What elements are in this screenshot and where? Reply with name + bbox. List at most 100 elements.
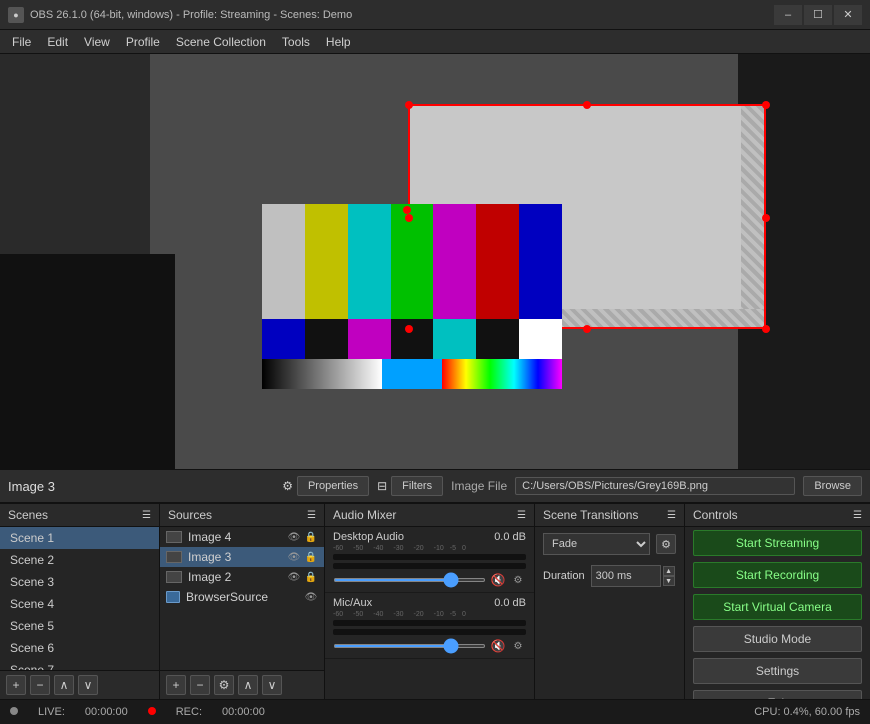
source-eye-image4[interactable]: 👁 [287, 530, 301, 544]
cbt-red [476, 204, 519, 319]
start-recording-button[interactable]: Start Recording [693, 562, 862, 588]
source-item-image4[interactable]: Image 4 👁 🔒 [160, 527, 324, 547]
source-eye-image2[interactable]: 👁 [287, 570, 301, 584]
scene-item-6[interactable]: Scene 6 [0, 637, 159, 659]
source-controls-image3: 👁 🔒 [287, 550, 318, 564]
menu-edit[interactable]: Edit [39, 33, 76, 51]
mic-audio-settings-button[interactable]: ⚙ [510, 638, 526, 654]
source-lock-image3[interactable]: 🔒 [304, 550, 318, 564]
source-thumb-image2 [166, 571, 182, 583]
handle-cb[interactable] [403, 206, 411, 214]
duration-up-button[interactable]: ▲ [663, 566, 675, 576]
cbt-magenta [433, 204, 476, 319]
desktop-audio-name: Desktop Audio [333, 531, 404, 543]
mic-mute-button[interactable]: 🔇 [490, 638, 506, 654]
file-path-display: C:/Users/OBS/Pictures/Grey169B.png [515, 477, 795, 495]
duration-input[interactable] [591, 565, 661, 587]
handle-tc[interactable] [583, 101, 591, 109]
scenes-remove-button[interactable]: − [30, 675, 50, 695]
scene-item-4[interactable]: Scene 4 [0, 593, 159, 615]
minimize-button[interactable]: – [774, 5, 802, 25]
source-item-browser[interactable]: BrowserSource 👁 [160, 587, 324, 607]
scenes-move-up-button[interactable]: ∧ [54, 675, 74, 695]
source-lock-image2[interactable]: 🔒 [304, 570, 318, 584]
sources-list: Image 4 👁 🔒 Image 3 👁 🔒 Image 2 👁 [160, 527, 324, 670]
duration-down-button[interactable]: ▼ [663, 576, 675, 586]
handle-tr[interactable] [762, 101, 770, 109]
properties-button[interactable]: Properties [297, 476, 369, 496]
live-label: LIVE: [38, 706, 65, 718]
colorbar-main [262, 204, 562, 319]
transition-gear-button[interactable]: ⚙ [656, 534, 676, 554]
scenes-footer: + − ∧ ∨ [0, 670, 159, 699]
rec-indicator-dot [148, 706, 156, 718]
menu-tools[interactable]: Tools [274, 33, 318, 51]
source-eye-browser[interactable]: 👁 [304, 590, 318, 604]
preview-area [0, 54, 870, 469]
scene-item-1[interactable]: Scene 1 [0, 527, 159, 549]
close-button[interactable]: ✕ [834, 5, 862, 25]
browse-button[interactable]: Browse [803, 476, 862, 496]
mic-aux-channel: Mic/Aux 0.0 dB -60 -50 -40 -30 -20 -10 -… [325, 593, 534, 659]
transitions-content: Fade Cut Swipe Slide ⚙ Duration ▲ ▼ [535, 527, 684, 699]
desktop-volume-slider[interactable] [333, 578, 486, 582]
sources-add-button[interactable]: + [166, 675, 186, 695]
sl-magenta [348, 319, 391, 359]
selected-source-label: Image 3 [8, 479, 274, 494]
scene-item-2[interactable]: Scene 2 [0, 549, 159, 571]
source-name-browser: BrowserSource [186, 590, 268, 604]
maximize-button[interactable]: ☐ [804, 5, 832, 25]
menu-file[interactable]: File [4, 33, 39, 51]
studio-mode-button[interactable]: Studio Mode [693, 626, 862, 652]
filters-button[interactable]: Filters [391, 476, 443, 496]
source-lock-image4[interactable]: 🔒 [304, 530, 318, 544]
handle-bc[interactable] [583, 325, 591, 333]
transition-type-select[interactable]: Fade Cut Swipe Slide [543, 533, 650, 555]
cbt-yellow [305, 204, 348, 319]
sources-move-up-button[interactable]: ∧ [238, 675, 258, 695]
menu-view[interactable]: View [76, 33, 118, 51]
start-streaming-button[interactable]: Start Streaming [693, 530, 862, 556]
sources-move-down-button[interactable]: ∨ [262, 675, 282, 695]
scenes-header-label: Scenes [8, 508, 48, 522]
scenes-move-down-button[interactable]: ∨ [78, 675, 98, 695]
sources-settings-button[interactable]: ⚙ [214, 675, 234, 695]
desktop-audio-settings-button[interactable]: ⚙ [510, 572, 526, 588]
duration-input-group: ▲ ▼ [591, 565, 675, 587]
transitions-header-label: Scene Transitions [543, 508, 638, 522]
transitions-panel-icon: ☰ [667, 510, 676, 521]
menu-scene-collection[interactable]: Scene Collection [168, 33, 274, 51]
desktop-mute-button[interactable]: 🔇 [490, 572, 506, 588]
exit-button[interactable]: Exit [693, 690, 862, 699]
handle-tl[interactable] [405, 101, 413, 109]
handle-br[interactable] [762, 325, 770, 333]
controls-content: Start Streaming Start Recording Start Vi… [685, 527, 870, 699]
source-name-image4: Image 4 [188, 530, 231, 544]
scene-item-7[interactable]: Scene 7 [0, 659, 159, 670]
window-title: OBS 26.1.0 (64-bit, windows) - Profile: … [30, 9, 352, 21]
handle-bl[interactable] [405, 325, 413, 333]
title-bar: ● OBS 26.1.0 (64-bit, windows) - Profile… [0, 0, 870, 30]
duration-spinners: ▲ ▼ [663, 566, 675, 586]
scenes-add-button[interactable]: + [6, 675, 26, 695]
sources-remove-button[interactable]: − [190, 675, 210, 695]
cbt-blue [519, 204, 562, 319]
scene-item-5[interactable]: Scene 5 [0, 615, 159, 637]
handle-mr[interactable] [762, 214, 770, 222]
source-name-image2: Image 2 [188, 570, 231, 584]
ramp-grey [262, 359, 382, 389]
start-virtual-camera-button[interactable]: Start Virtual Camera [693, 594, 862, 620]
scene-item-3[interactable]: Scene 3 [0, 571, 159, 593]
settings-button[interactable]: Settings [693, 658, 862, 684]
smpte-lower-inner [262, 319, 562, 359]
mic-volume-slider[interactable] [333, 644, 486, 648]
handle-ml[interactable] [405, 214, 413, 222]
menu-profile[interactable]: Profile [118, 33, 168, 51]
source-item-image3[interactable]: Image 3 👁 🔒 [160, 547, 324, 567]
ramp-bar [262, 359, 562, 389]
menu-help[interactable]: Help [318, 33, 359, 51]
transition-type-row: Fade Cut Swipe Slide ⚙ [535, 527, 684, 561]
source-item-image2[interactable]: Image 2 👁 🔒 [160, 567, 324, 587]
source-eye-image3[interactable]: 👁 [287, 550, 301, 564]
title-bar-left: ● OBS 26.1.0 (64-bit, windows) - Profile… [8, 7, 352, 23]
